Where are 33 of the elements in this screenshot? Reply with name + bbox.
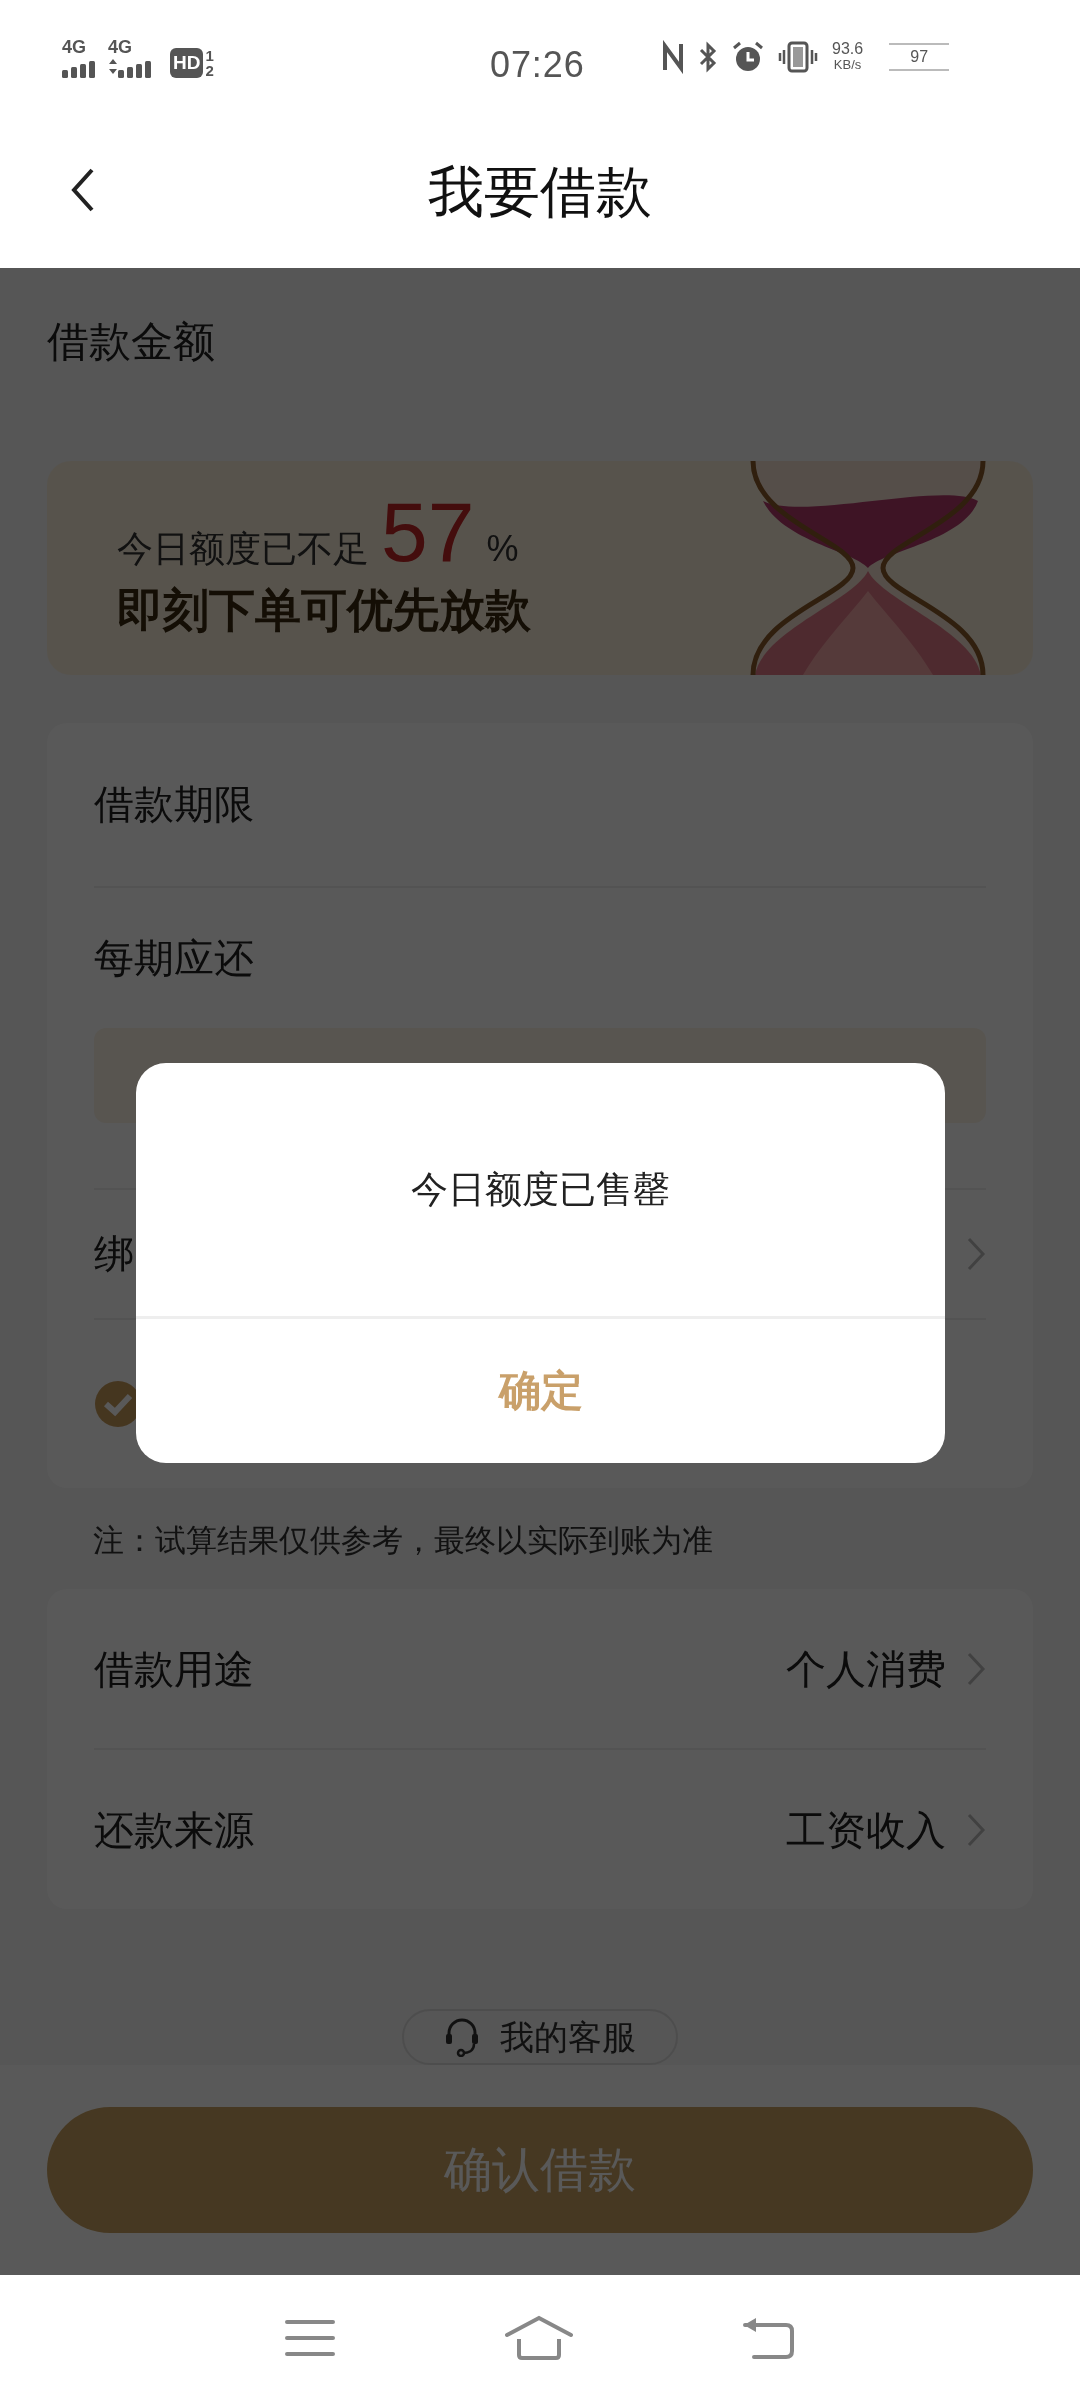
headset-icon (444, 2017, 480, 2058)
percent-sign: % (486, 527, 519, 572)
banner-percent: 57 (381, 490, 475, 575)
page-title: 我要借款 (428, 160, 652, 224)
home-icon[interactable] (504, 2314, 574, 2361)
nfc-icon (662, 40, 684, 74)
ok-button[interactable]: 确定 (136, 1318, 945, 1463)
hd-badge: HD (170, 48, 204, 79)
sim-slot-label: 1 (205, 48, 214, 64)
banner-headline: 即刻下单可优先放款 (117, 583, 532, 639)
field-label: 每期应还 (94, 934, 254, 982)
back-icon[interactable] (70, 166, 96, 213)
signal-label: 4G (108, 38, 132, 57)
field-label: 借款期限 (94, 781, 254, 829)
select-row[interactable]: 借款用途 个人消费 (94, 1589, 986, 1749)
chevron-right-icon (966, 1650, 986, 1687)
sim-slot-label: 2 (205, 63, 214, 79)
menu-icon[interactable] (284, 2317, 336, 2358)
bluetooth-icon (698, 41, 718, 73)
vibrate-icon (778, 41, 818, 73)
field-label: 绑 (94, 1230, 134, 1278)
network-speed-unit: KB/s (833, 57, 862, 73)
chevron-right-icon (966, 1811, 986, 1848)
select-row[interactable]: 还款来源 工资收入 (94, 1750, 986, 1910)
chevron-right-icon (966, 1235, 986, 1272)
note-text: 注：试算结果仅供参考，最终以实际到账为准 (93, 1522, 713, 1558)
banner-text: 今日额度已不足 (117, 527, 369, 572)
network-speed: 93.6 (832, 41, 864, 57)
alarm-icon (732, 41, 764, 73)
dialog-message: 今日额度已售罄 (411, 1167, 670, 1212)
section-title: 借款金额 (47, 317, 215, 365)
signal-label: 4G (62, 38, 86, 57)
clock-time: 07:26 (490, 43, 585, 87)
